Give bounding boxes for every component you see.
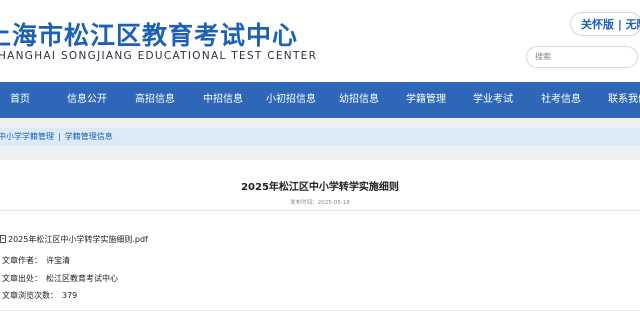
- site-header: 上海市松江区教育考试中心 SHANGHAI SONGJIANG EDUCATIO…: [0, 0, 640, 82]
- author-label: 文章作者：: [2, 256, 42, 265]
- accessibility-mode-button[interactable]: 关怀版 | 无障: [570, 12, 640, 36]
- site-logo-chinese[interactable]: 上海市松江区教育考试中心: [0, 16, 298, 52]
- views-value: 379: [62, 291, 78, 300]
- breadcrumb-item-records[interactable]: 中小学学籍管理: [0, 132, 54, 141]
- article-title: 2025年松江区中小学转学实施细则: [241, 182, 399, 193]
- nav-item-primary-admission[interactable]: 小初招信息: [266, 82, 316, 118]
- divider: [0, 310, 640, 311]
- nav-item-home[interactable]: 首页: [10, 82, 30, 118]
- main-nav: 首页 信息公开 高招信息 中招信息 小初招信息 幼招信息 学籍管理 学业考试 社…: [0, 82, 640, 118]
- nav-item-social-exams[interactable]: 社考信息: [541, 82, 581, 118]
- nav-item-info-disclosure[interactable]: 信息公开: [67, 82, 107, 118]
- nav-item-student-records[interactable]: 学籍管理: [406, 82, 446, 118]
- views-label: 文章浏览次数：: [2, 291, 58, 300]
- divider: [0, 210, 640, 211]
- nav-item-highschool-admission[interactable]: 中招信息: [203, 82, 243, 118]
- attachment-link[interactable]: 2025年松江区中小学转学实施细则.pdf: [0, 234, 148, 245]
- article-panel: 2025年松江区中小学转学实施细则 发布时间：2025-05-18 2025年松…: [0, 160, 640, 320]
- source-value: 松江区教育考试中心: [46, 274, 118, 283]
- site-logo-english: SHANGHAI SONGJIANG EDUCATIONAL TEST CENT…: [0, 50, 318, 62]
- breadcrumb: 中小学学籍管理 | 学籍管理信息: [0, 128, 640, 146]
- article-views: 文章浏览次数： 379: [2, 290, 77, 301]
- nav-item-contact-us[interactable]: 联系我们: [608, 82, 640, 118]
- file-icon: [0, 235, 6, 243]
- nav-item-college-admission[interactable]: 高招信息: [135, 82, 175, 118]
- search-input[interactable]: 搜索: [526, 46, 638, 68]
- article-author: 文章作者： 许宝清: [2, 255, 70, 266]
- article-date: 发布时间：2025-05-18: [290, 200, 350, 206]
- author-value: 许宝清: [46, 256, 70, 265]
- breadcrumb-separator: |: [58, 132, 61, 141]
- nav-item-kindergarten-admission[interactable]: 幼招信息: [339, 82, 379, 118]
- breadcrumb-item-records-info[interactable]: 学籍管理信息: [65, 132, 113, 141]
- source-label: 文章出处：: [2, 274, 42, 283]
- article-source: 文章出处： 松江区教育考试中心: [2, 273, 118, 284]
- attachment-filename[interactable]: 2025年松江区中小学转学实施细则.pdf: [8, 235, 148, 244]
- nav-item-academic-exams[interactable]: 学业考试: [473, 82, 513, 118]
